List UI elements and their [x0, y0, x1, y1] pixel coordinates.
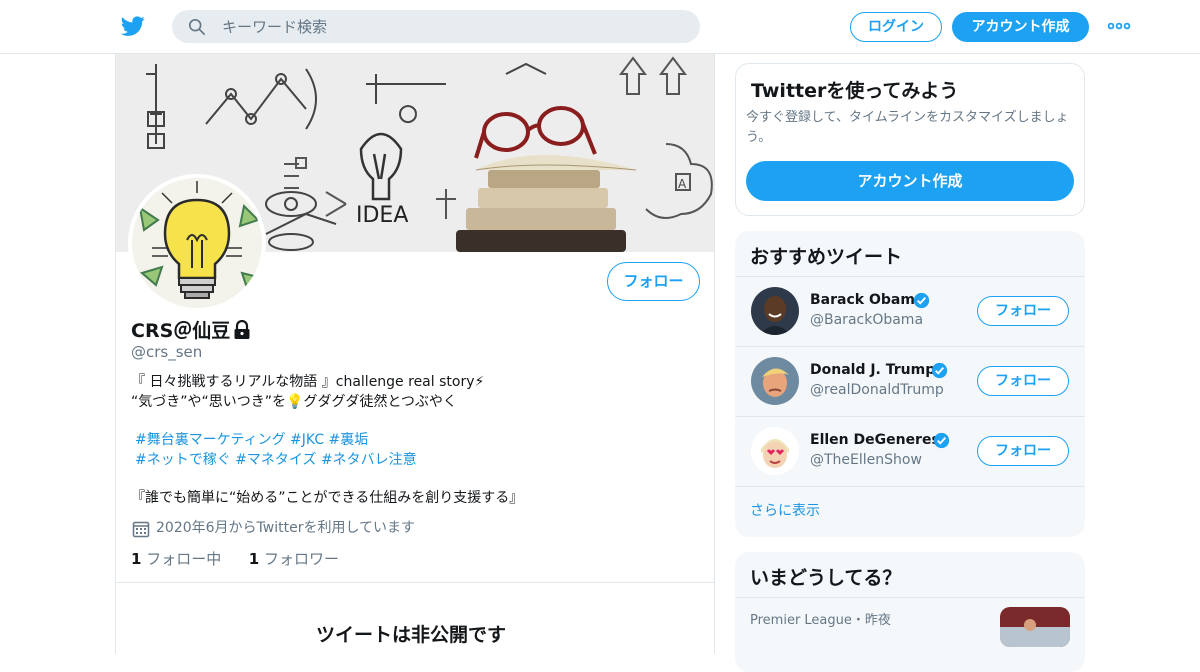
- profile-mission-text: 『誰でも簡単に“始める”ことができる仕組みを創り支援する』: [131, 490, 524, 506]
- account-name[interactable]: Ellen DeGeneres: [810, 432, 940, 448]
- recommended-account-row[interactable]: Barack Obama @BarackObama フォロー: [735, 276, 1085, 346]
- verified-badge-icon: [931, 362, 948, 379]
- lightbulb-avatar-illustration: [132, 178, 262, 308]
- search-icon: [188, 18, 206, 36]
- trends-card: いまどうしてる？ Premier League・昨夜: [735, 552, 1085, 672]
- verified-badge-icon: [933, 432, 950, 449]
- protected-tweets-notice: ツイートは非公開です: [316, 624, 507, 646]
- account-name[interactable]: Donald J. Trump: [810, 362, 935, 378]
- svg-text:IDEA: IDEA: [356, 203, 408, 228]
- login-button[interactable]: ログイン: [850, 12, 942, 42]
- trends-title: いまどうしてる？: [750, 567, 902, 589]
- recommended-title: おすすめツイート: [750, 246, 903, 268]
- verified-badge-icon: [913, 292, 930, 309]
- divider: [735, 486, 1085, 487]
- account-name[interactable]: Barack Obama: [810, 292, 924, 308]
- bio-line-2: “気づき”や“思いつき”を💡グダグダ徒然とつぶやく: [131, 392, 484, 412]
- signup-button[interactable]: アカウント作成: [952, 12, 1089, 42]
- account-handle: @BarackObama: [810, 312, 924, 328]
- avatar[interactable]: [751, 427, 799, 475]
- signup-promo-title: Twitterを使ってみよう: [751, 80, 959, 102]
- trend-thumbnail[interactable]: [1000, 607, 1070, 647]
- more-options-icon[interactable]: [1107, 18, 1131, 34]
- avatar-image: [751, 357, 799, 405]
- profile-display-name: CRS＠仙豆: [131, 320, 231, 342]
- profile-bio: 『 日々挑戦するリアルな物語 』challenge real story⚡ “気…: [131, 372, 484, 412]
- bio-line-1: 『 日々挑戦するリアルな物語 』challenge real story⚡: [131, 374, 485, 390]
- profile-avatar[interactable]: [128, 174, 266, 312]
- search-input[interactable]: [222, 10, 682, 43]
- avatar[interactable]: [751, 357, 799, 405]
- top-navigation-bar: ログイン アカウント作成: [0, 0, 1200, 54]
- profile-hashtags: #舞台裏マーケティング #JKC #裏垢 #ネットで稼ぐ #マネタイズ #ネタバ…: [135, 430, 417, 470]
- avatar-image: [751, 287, 799, 335]
- divider: [735, 597, 1085, 598]
- account-handle: @TheEllenShow: [810, 452, 922, 468]
- lightbulb-emoji-icon: 💡: [286, 394, 304, 410]
- signup-promo-description: 今すぐ登録して、タイムラインをカスタマイズしましょう。: [746, 110, 1069, 145]
- followers-count: 1: [248, 550, 260, 568]
- recommended-accounts-card: おすすめツイート Barack Obama @BarackObama フォロー …: [735, 231, 1085, 537]
- hashtag-link[interactable]: #ネットで稼ぐ #マネタイズ #ネタバレ注意: [135, 450, 417, 470]
- lock-icon: [234, 320, 250, 339]
- signup-promo-button[interactable]: アカウント作成: [746, 161, 1074, 201]
- trend-thumbnail-image: [1000, 607, 1070, 647]
- section-divider: [116, 582, 714, 583]
- follow-button[interactable]: フォロー: [607, 262, 700, 301]
- profile-joined-date: 2020年6月からTwitterを利用しています: [156, 520, 416, 536]
- recommended-account-row[interactable]: Donald J. Trump @realDonaldTrump フォロー: [735, 346, 1085, 416]
- following-label: フォロー中: [146, 550, 222, 568]
- profile-column: IDEA A フォロー CRS＠仙豆 @crs_sen 『 日々挑戦するリアルな…: [115, 54, 715, 654]
- svg-text:A: A: [678, 177, 687, 191]
- avatar[interactable]: [751, 287, 799, 335]
- follow-button[interactable]: フォロー: [977, 436, 1069, 466]
- bio-line-2-text: “気づき”や“思いつき”を: [131, 394, 287, 410]
- twitter-bird-logo-icon[interactable]: [120, 14, 146, 38]
- follow-button[interactable]: フォロー: [977, 366, 1069, 396]
- followers-link[interactable]: 1 フォロワー: [249, 550, 339, 568]
- account-handle: @realDonaldTrump: [810, 382, 944, 398]
- search-bar[interactable]: [172, 10, 700, 43]
- bio-line-2-text-end: グダグダ徒然とつぶやく: [303, 394, 457, 410]
- profile-handle: @crs_sen: [131, 343, 203, 361]
- signup-promo-card: Twitterを使ってみよう 今すぐ登録して、タイムラインをカスタマイズしましょ…: [735, 63, 1085, 216]
- calendar-icon: [132, 521, 150, 538]
- recommended-account-row[interactable]: Ellen DeGeneres @TheEllenShow フォロー: [735, 416, 1085, 486]
- show-more-link[interactable]: さらに表示: [750, 500, 820, 520]
- following-count: 1: [131, 550, 142, 568]
- follow-button[interactable]: フォロー: [977, 296, 1069, 326]
- followers-label: フォロワー: [264, 550, 340, 568]
- hashtag-link[interactable]: #舞台裏マーケティング #JKC #裏垢: [135, 430, 417, 450]
- avatar-image: [751, 427, 799, 475]
- profile-stats: 1 フォロー中 1 フォロワー: [131, 548, 339, 569]
- trend-meta[interactable]: Premier League・昨夜: [750, 609, 891, 628]
- following-link[interactable]: 1 フォロー中: [131, 550, 221, 568]
